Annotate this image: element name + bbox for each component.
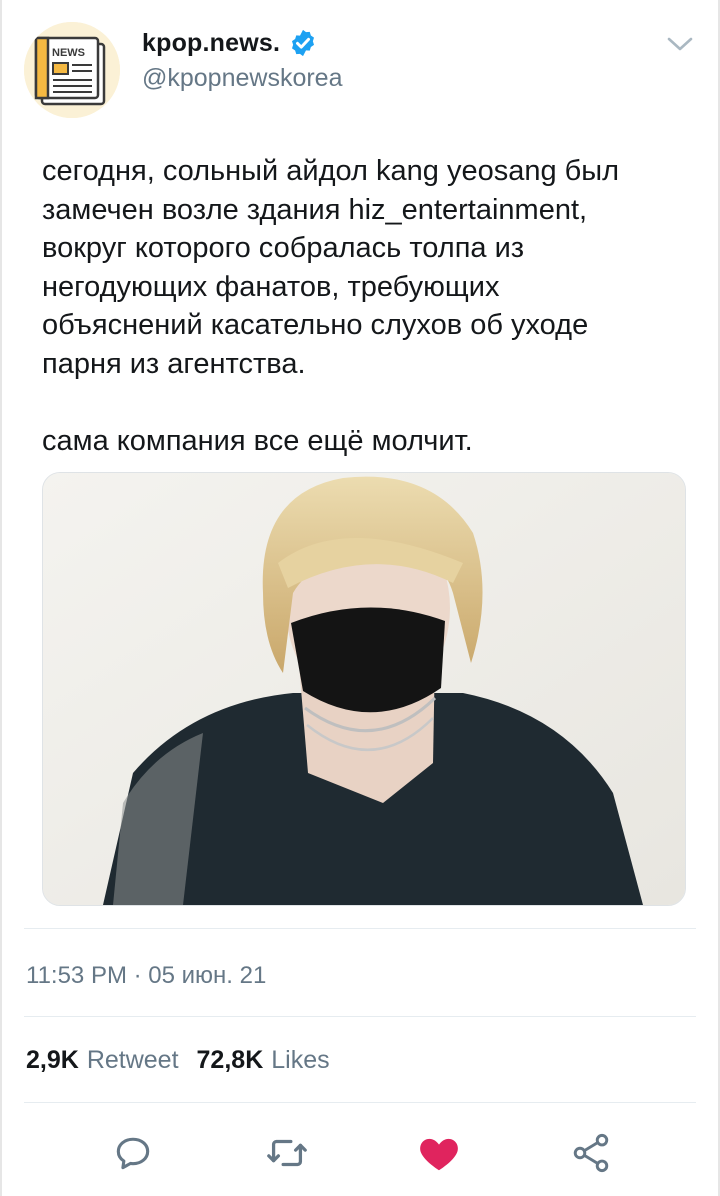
photo-illustration bbox=[43, 473, 685, 905]
avatar[interactable]: NEWS bbox=[24, 22, 120, 118]
action-bar bbox=[2, 1120, 720, 1190]
author-name-row: kpop.news. bbox=[142, 28, 318, 58]
display-name[interactable]: kpop.news. bbox=[142, 29, 280, 58]
divider bbox=[24, 1016, 696, 1017]
tweet-timestamp[interactable]: 11:53 PM · 05 июн. 21 bbox=[26, 962, 266, 990]
retweet-count[interactable]: 2,9K bbox=[26, 1046, 79, 1075]
retweet-label[interactable]: Retweet bbox=[87, 1046, 179, 1075]
like-button[interactable] bbox=[416, 1130, 462, 1176]
like-icon bbox=[420, 1138, 458, 1171]
verified-badge-icon bbox=[292, 29, 315, 57]
tweet-card: NEWS kpop.news. @kpopnewskorea сегодня, … bbox=[0, 0, 720, 1196]
newspaper-icon: NEWS bbox=[24, 22, 120, 118]
user-handle[interactable]: @kpopnewskorea bbox=[142, 64, 343, 93]
reply-button[interactable] bbox=[110, 1130, 156, 1176]
likes-label[interactable]: Likes bbox=[271, 1046, 329, 1075]
retweet-icon bbox=[267, 1139, 307, 1167]
reply-icon bbox=[116, 1137, 150, 1170]
chevron-down-icon[interactable] bbox=[666, 34, 694, 54]
retweet-button[interactable] bbox=[264, 1130, 310, 1176]
tweet-text: сегодня, сольный айдол kang yeosang был … bbox=[42, 155, 620, 458]
share-button[interactable] bbox=[568, 1130, 614, 1176]
likes-count[interactable]: 72,8K bbox=[197, 1046, 264, 1075]
avatar-badge-text: NEWS bbox=[52, 47, 85, 59]
divider bbox=[24, 1102, 696, 1103]
engagement-stats: 2,9K Retweet 72,8K Likes bbox=[26, 1046, 340, 1075]
share-icon bbox=[573, 1133, 609, 1173]
divider bbox=[24, 928, 696, 929]
tweet-photo[interactable] bbox=[42, 472, 686, 906]
